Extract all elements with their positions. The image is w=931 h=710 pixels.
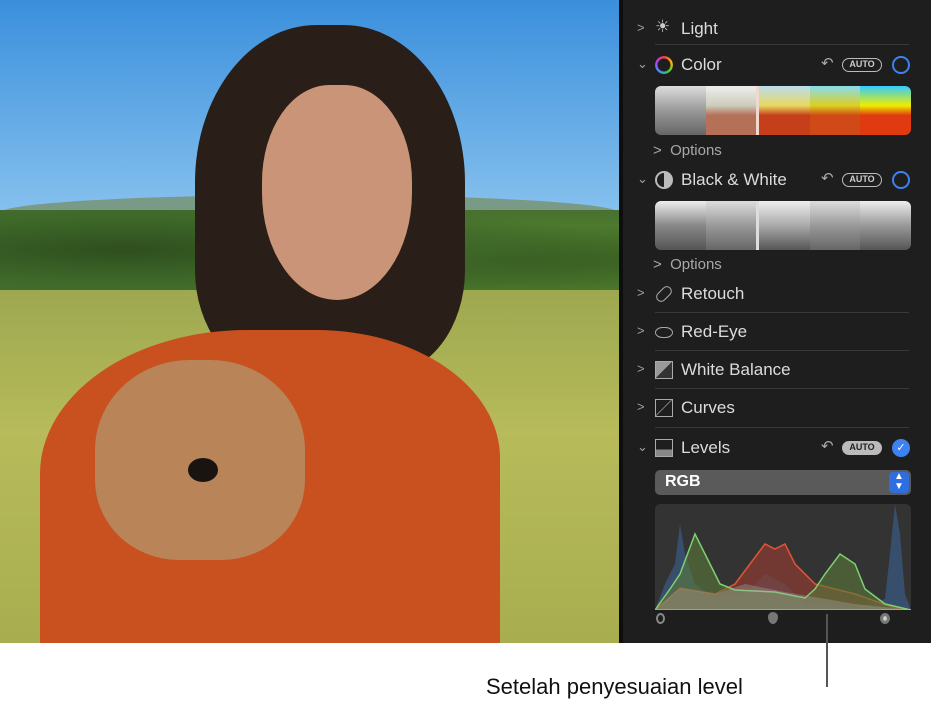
dog-nose: [188, 458, 218, 482]
preset-thumb[interactable]: [860, 201, 911, 250]
levels-histogram: [655, 504, 911, 610]
bw-presets[interactable]: [655, 201, 911, 250]
divider: [655, 388, 909, 389]
chevron-down-icon[interactable]: ⌄: [637, 439, 648, 455]
bandage-icon: [654, 284, 674, 304]
color-presets[interactable]: [655, 86, 911, 135]
section-light[interactable]: > ☀ Light: [623, 14, 931, 44]
chevron-right-icon[interactable]: >: [637, 361, 645, 376]
section-levels[interactable]: ⌄ Levels ↶ AUTO ✓: [623, 433, 931, 463]
chevron-down-icon[interactable]: ⌄: [637, 56, 648, 72]
levels-icon: [655, 439, 673, 457]
preset-thumb[interactable]: [860, 86, 911, 135]
half-circle-icon: [655, 171, 673, 189]
enable-toggle[interactable]: [892, 56, 910, 74]
curves-icon: [655, 399, 673, 417]
face: [262, 85, 412, 300]
section-curves[interactable]: > Curves: [623, 393, 931, 423]
preset-thumb[interactable]: [809, 201, 861, 250]
callout-line: [826, 614, 828, 687]
undo-icon[interactable]: ↶: [821, 54, 834, 72]
chevron-right-icon[interactable]: >: [637, 323, 645, 338]
auto-button[interactable]: AUTO: [842, 441, 882, 455]
chevron-right-icon: >: [653, 256, 662, 273]
white-point-handle[interactable]: [880, 613, 890, 624]
section-red-eye[interactable]: > Red-Eye: [623, 317, 931, 347]
preset-thumb[interactable]: [809, 86, 861, 135]
adjustments-panel: > ☀ Light ⌄ Color ↶ AUTO > Options ⌄ Bla…: [619, 0, 931, 643]
channel-select[interactable]: RGB ▲ ▼: [655, 470, 911, 495]
chevron-right-icon[interactable]: >: [637, 399, 645, 414]
divider: [655, 44, 909, 45]
divider: [655, 312, 909, 313]
white-balance-icon: [655, 361, 673, 379]
color-options[interactable]: > Options: [653, 142, 722, 159]
divider: [655, 427, 909, 428]
eye-slash-icon: [655, 327, 673, 338]
undo-icon[interactable]: ↶: [821, 437, 834, 455]
preset-thumb[interactable]: [655, 86, 706, 135]
midtone-handle[interactable]: [768, 612, 778, 624]
section-black-white[interactable]: ⌄ Black & White ↶ AUTO: [623, 165, 931, 195]
sun-icon: ☀: [655, 17, 671, 36]
callout-label: Setelah penyesuaian level: [486, 674, 743, 699]
preset-thumb[interactable]: [655, 201, 706, 250]
color-circle-icon: [655, 56, 673, 74]
enabled-checkmark-icon[interactable]: ✓: [892, 439, 910, 457]
preset-thumb[interactable]: [705, 86, 757, 135]
chevron-right-icon[interactable]: >: [637, 20, 645, 35]
photo-preview: [0, 0, 619, 643]
section-color[interactable]: ⌄ Color ↶ AUTO: [623, 50, 931, 80]
chevron-right-icon[interactable]: >: [637, 285, 645, 300]
enable-toggle[interactable]: [892, 171, 910, 189]
preset-thumb[interactable]: [756, 86, 810, 135]
bw-options[interactable]: > Options: [653, 256, 722, 273]
auto-button[interactable]: AUTO: [842, 58, 882, 72]
preset-thumb[interactable]: [705, 201, 757, 250]
divider: [655, 350, 909, 351]
section-white-balance[interactable]: > White Balance: [623, 355, 931, 385]
auto-button[interactable]: AUTO: [842, 173, 882, 187]
preset-thumb[interactable]: [756, 201, 810, 250]
section-retouch[interactable]: > Retouch: [623, 279, 931, 309]
black-point-handle[interactable]: [656, 613, 665, 624]
chevron-down-icon[interactable]: ⌄: [637, 171, 648, 187]
chevron-right-icon: >: [653, 142, 662, 159]
updown-chevron-icon: ▲ ▼: [889, 472, 909, 493]
undo-icon[interactable]: ↶: [821, 169, 834, 187]
